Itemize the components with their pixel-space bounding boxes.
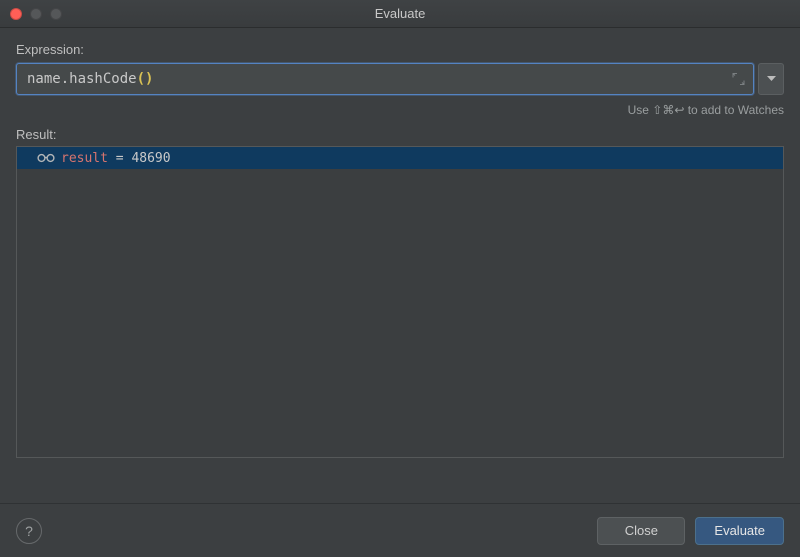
- expand-editor-icon[interactable]: [732, 73, 745, 86]
- close-button[interactable]: Close: [597, 517, 685, 545]
- zoom-window-icon: [50, 8, 62, 20]
- watches-hint: Use ⇧⌘↩ to add to Watches: [16, 103, 784, 117]
- result-equals: =: [108, 151, 131, 166]
- help-button[interactable]: ?: [16, 518, 42, 544]
- paren-open: (: [137, 71, 145, 87]
- window-controls: [10, 8, 62, 20]
- result-row[interactable]: result = 48690: [17, 147, 783, 169]
- evaluate-button[interactable]: Evaluate: [695, 517, 784, 545]
- result-label: Result:: [16, 127, 784, 142]
- expression-input[interactable]: name.hashCode(): [16, 63, 754, 95]
- expression-label: Expression:: [16, 42, 784, 57]
- window-title: Evaluate: [8, 6, 792, 21]
- expression-history-dropdown[interactable]: [758, 63, 784, 95]
- result-panel[interactable]: result = 48690: [16, 146, 784, 458]
- paren-close: ): [145, 71, 153, 87]
- minimize-window-icon: [30, 8, 42, 20]
- result-value: 48690: [131, 151, 170, 166]
- expression-code: name.hashCode: [27, 71, 137, 87]
- expression-row: name.hashCode(): [16, 63, 784, 95]
- dialog-footer: ? Close Evaluate: [0, 503, 800, 557]
- dialog-content: Expression: name.hashCode() Use ⇧⌘↩ to a…: [0, 28, 800, 470]
- result-variable-name: result: [61, 151, 108, 166]
- close-window-icon[interactable]: [10, 8, 22, 20]
- titlebar[interactable]: Evaluate: [0, 0, 800, 28]
- watch-glasses-icon: [37, 153, 55, 163]
